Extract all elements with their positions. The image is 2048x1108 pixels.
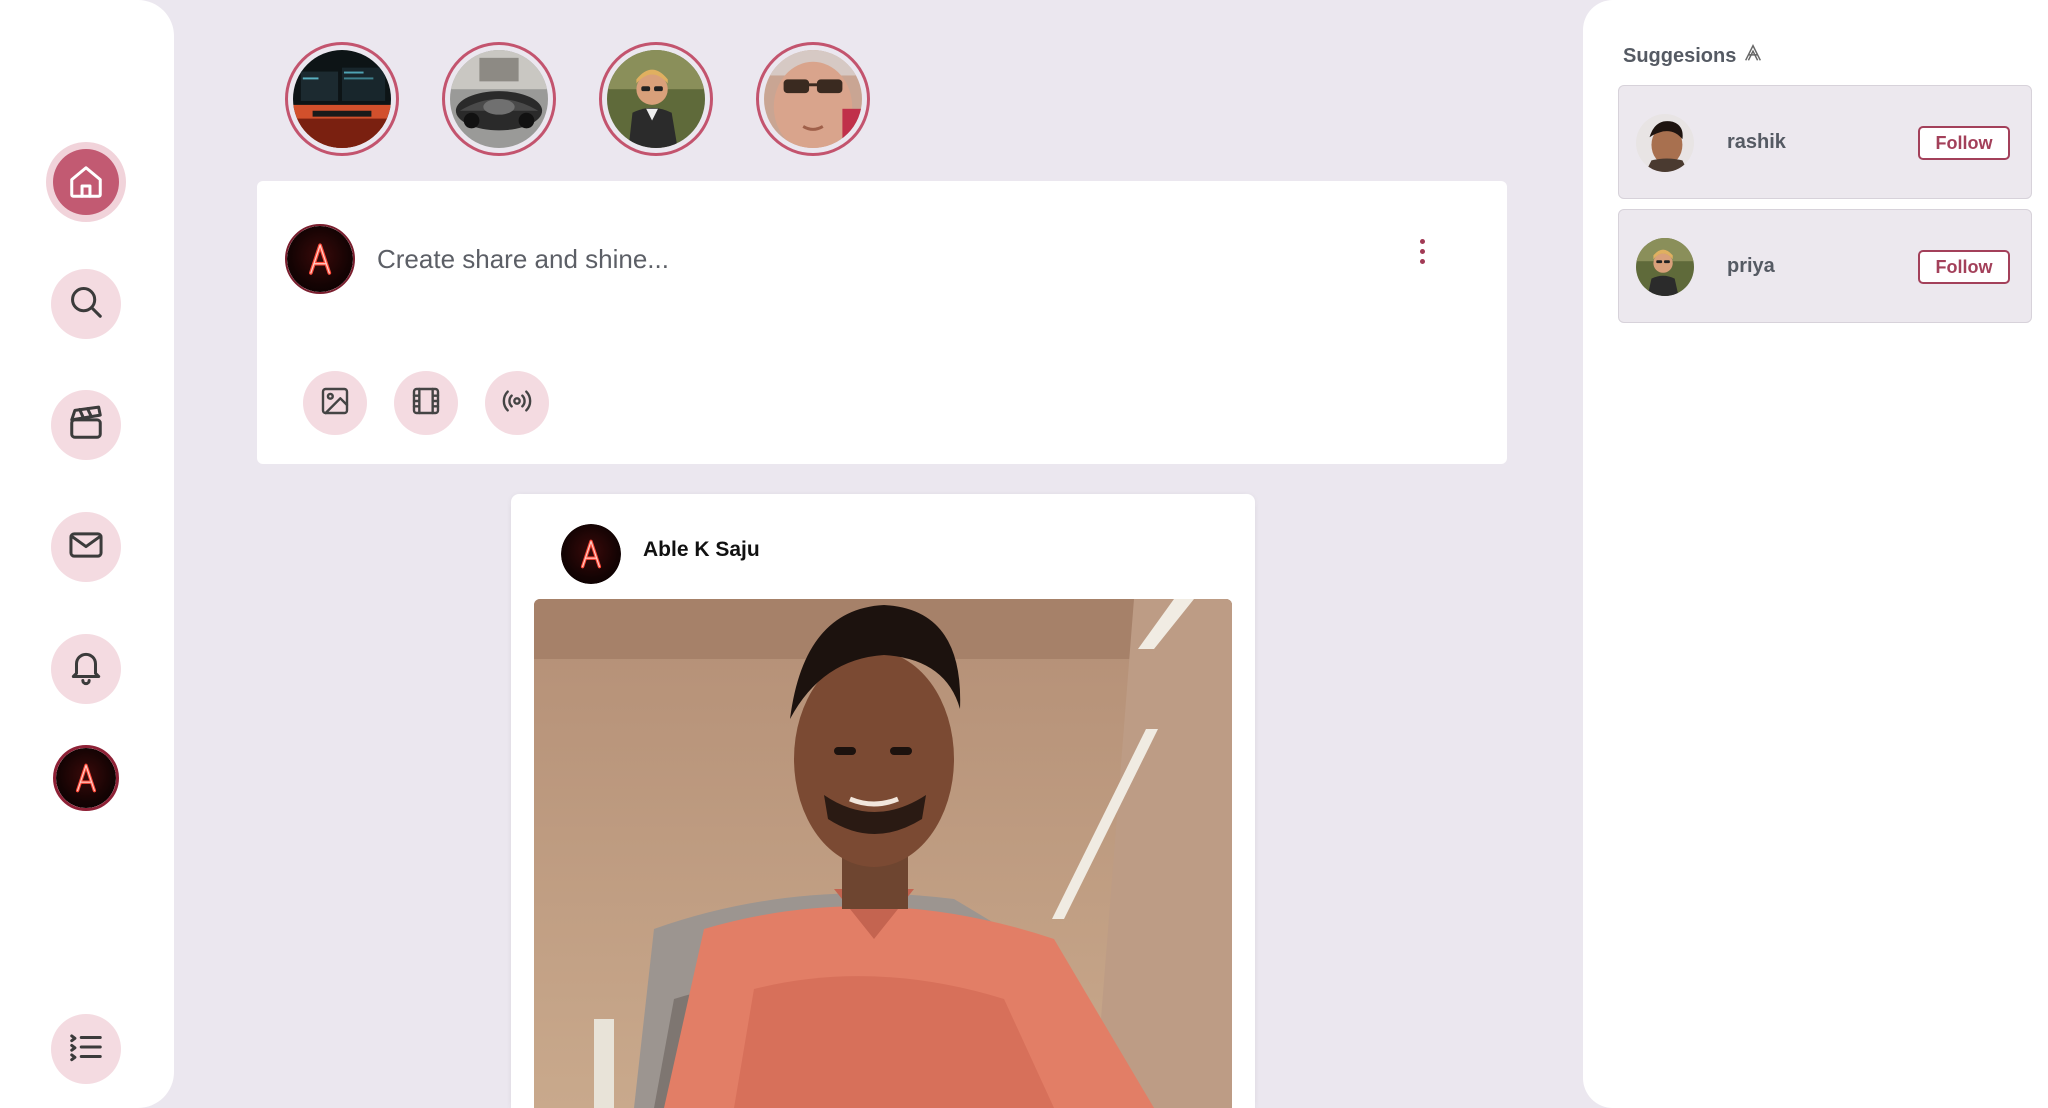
feed-post: Able K Saju <box>511 494 1255 1108</box>
go-live-button[interactable] <box>485 371 549 435</box>
profile-logo <box>561 524 621 584</box>
nav-reels-button[interactable] <box>51 390 121 460</box>
post-author-avatar[interactable] <box>561 524 621 584</box>
suggestion-name[interactable]: rashik <box>1727 131 1786 154</box>
suggestion-card: rashik Follow <box>1618 85 2032 199</box>
suggestion-avatar[interactable] <box>1636 114 1694 172</box>
suggestion-card: priya Follow <box>1618 209 2032 323</box>
menu-list-icon <box>67 1028 105 1071</box>
suggestions-panel: Suggesions rashik Follow priya Follow <box>1583 0 2048 1108</box>
follow-button[interactable]: Follow <box>1918 126 2010 160</box>
post-image[interactable] <box>534 599 1232 1108</box>
mail-icon <box>67 526 105 569</box>
composer-input[interactable] <box>377 237 1237 281</box>
bell-icon <box>67 648 105 691</box>
story-image <box>764 50 862 148</box>
more-options-icon[interactable] <box>1407 231 1437 271</box>
nav-menu-button[interactable] <box>51 1014 121 1084</box>
nav-notifications-button[interactable] <box>51 634 121 704</box>
left-sidebar <box>0 0 174 1108</box>
composer-avatar <box>285 224 355 294</box>
nav-messages-button[interactable] <box>51 512 121 582</box>
home-icon <box>53 149 119 215</box>
add-image-button[interactable] <box>303 371 367 435</box>
story-person-sunglasses[interactable] <box>599 42 713 156</box>
logo-mark-icon <box>1742 42 1764 70</box>
suggestions-title-text: Suggesions <box>1623 44 1737 67</box>
story-image <box>293 50 391 148</box>
suggestion-name[interactable]: priya <box>1727 255 1775 278</box>
story-face-closeup[interactable] <box>756 42 870 156</box>
follow-button[interactable]: Follow <box>1918 250 2010 284</box>
story-image <box>450 50 548 148</box>
story-sports-car[interactable] <box>442 42 556 156</box>
suggestions-heading: Suggesions <box>1623 42 1764 70</box>
image-icon <box>319 385 351 422</box>
post-author-name[interactable]: Able K Saju <box>643 538 760 562</box>
nav-home-button[interactable] <box>46 142 126 222</box>
profile-logo <box>287 226 353 292</box>
film-icon <box>410 385 442 422</box>
profile-logo <box>56 748 116 808</box>
clapperboard-icon <box>67 404 105 447</box>
story-desk-setup[interactable] <box>285 42 399 156</box>
add-video-button[interactable] <box>394 371 458 435</box>
suggestion-avatar[interactable] <box>1636 238 1694 296</box>
nav-profile-avatar[interactable] <box>53 745 119 811</box>
post-composer <box>257 181 1507 464</box>
nav-search-button[interactable] <box>51 269 121 339</box>
story-image <box>607 50 705 148</box>
broadcast-icon <box>501 385 533 422</box>
search-icon <box>67 283 105 326</box>
